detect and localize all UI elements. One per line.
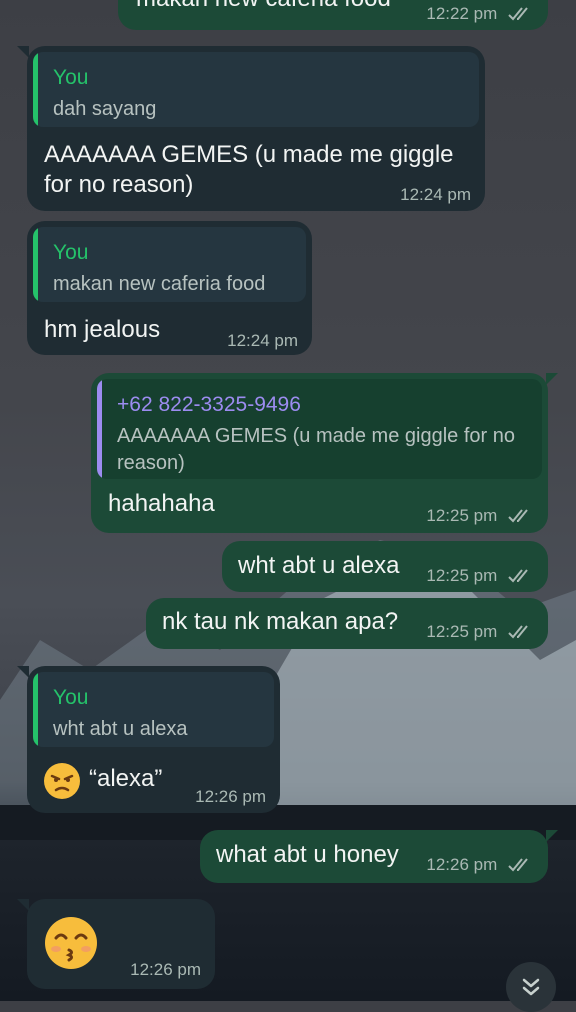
- kissing-face-smiling-eyes-emoji: [45, 917, 97, 969]
- message-text: “alexa”: [89, 765, 163, 792]
- reply-text: wht abt u alexa: [53, 718, 188, 740]
- reply-quote-bar: [33, 672, 38, 747]
- reply-quote-bar: [33, 227, 38, 302]
- message-text: what abt u honey: [216, 841, 399, 868]
- message-time: 12:26 pm: [195, 787, 266, 806]
- reply-author: +62 822-3325-9496: [117, 393, 301, 416]
- message-text: makan new caferia food: [136, 0, 391, 14]
- message-bubble-outgoing[interactable]: wht abt u alexa 12:25 pm: [222, 541, 548, 592]
- reply-author: You: [53, 241, 89, 264]
- message-text: hahahaha: [108, 490, 215, 517]
- message-text: wht abt u alexa: [238, 552, 400, 579]
- message-time: 12:24 pm: [400, 185, 471, 204]
- reply-quote[interactable]: You dah sayang: [33, 52, 479, 127]
- reply-quote[interactable]: +62 822-3325-9496 AAAAAAA GEMES (u made …: [97, 379, 542, 479]
- message-bubble-outgoing[interactable]: what abt u honey 12:26 pm: [200, 830, 558, 883]
- unamused-face-emoji: [44, 763, 80, 799]
- message-time: 12:26 pm: [426, 855, 534, 875]
- reply-text: dah sayang: [53, 98, 157, 120]
- reply-text: makan new caferia food: [53, 273, 266, 295]
- reply-author: You: [53, 686, 89, 709]
- message-bubble-outgoing[interactable]: makan new caferia food 12:22 pm: [118, 0, 548, 30]
- message-bubble-incoming[interactable]: You dah sayang AAAAAAA GEMES (u made me …: [17, 46, 485, 211]
- message-bubble-incoming[interactable]: You makan new caferia food hm jealous 12…: [27, 221, 312, 355]
- reply-quote-bar: [97, 379, 102, 479]
- message-bubble-outgoing[interactable]: +62 822-3325-9496 AAAAAAA GEMES (u made …: [91, 373, 558, 533]
- reply-quote[interactable]: You makan new caferia food: [33, 227, 306, 302]
- message-text: hm jealous: [44, 316, 161, 343]
- double-chevron-down-icon: [522, 978, 540, 996]
- message-text: nk tau nk makan apa?: [162, 608, 399, 635]
- message-bubble-outgoing[interactable]: nk tau nk makan apa? 12:25 pm: [146, 598, 548, 649]
- message-time: 12:25 pm: [426, 622, 534, 642]
- double-check-icon: [508, 509, 528, 523]
- reply-quote-bar: [33, 52, 38, 127]
- message-time: 12:25 pm: [426, 506, 534, 526]
- scroll-to-bottom-button[interactable]: [506, 962, 556, 1012]
- message-time: 12:26 pm: [130, 960, 201, 979]
- message-time: 12:24 pm: [227, 331, 298, 350]
- reply-author: You: [53, 66, 89, 89]
- double-check-icon: [508, 569, 528, 583]
- message-time: 12:25 pm: [426, 566, 534, 586]
- reply-quote[interactable]: You wht abt u alexa: [33, 672, 274, 747]
- double-check-icon: [508, 7, 528, 21]
- message-bubble-incoming[interactable]: You wht abt u alexa “alexa” 12:26 pm: [17, 666, 280, 813]
- double-check-icon: [508, 625, 528, 639]
- message-time: 12:22 pm: [426, 4, 534, 24]
- reply-text: AAAAAAA GEMES (u made me giggle for no r…: [117, 425, 515, 474]
- double-check-icon: [508, 858, 528, 872]
- message-bubble-incoming[interactable]: 12:26 pm: [17, 899, 215, 989]
